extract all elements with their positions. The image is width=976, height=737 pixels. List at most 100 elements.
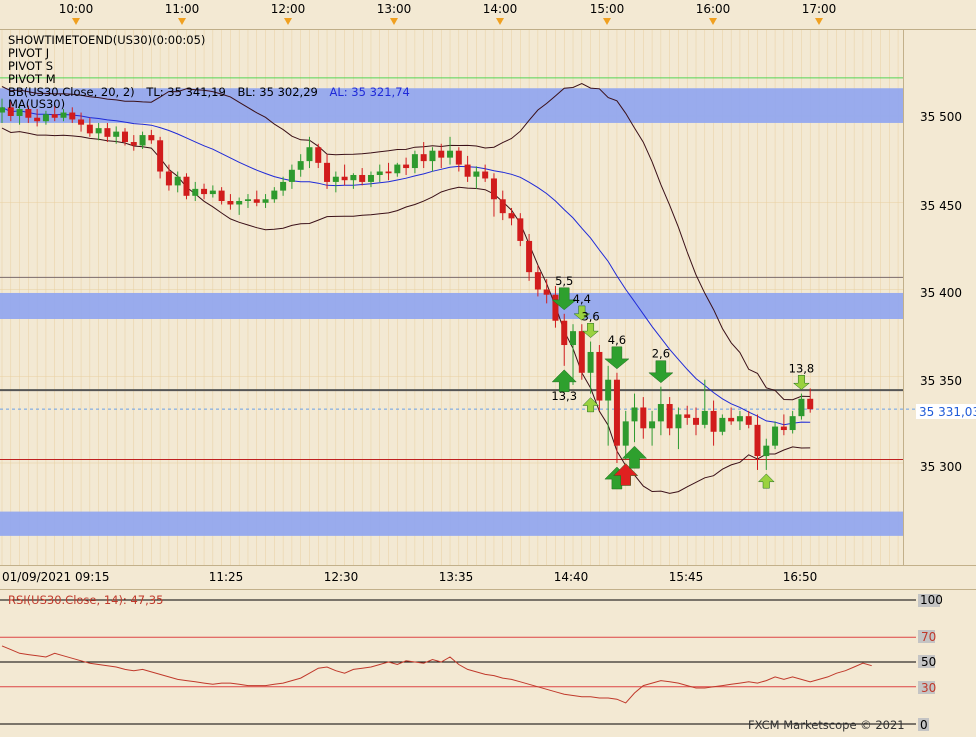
candle-body (693, 417, 700, 425)
candle-body (78, 119, 85, 125)
candle-body (288, 169, 295, 182)
candle-body (104, 128, 111, 137)
candle-body (236, 201, 243, 205)
top-time-label: 17:00 (802, 2, 837, 16)
indicator-line-4: PIVOT M (8, 72, 56, 86)
price-tick-label: 35 400 (920, 286, 962, 300)
candle-body (157, 140, 164, 172)
indicator-line-1: SHOWTIMETOEND(US30)(0:00:05) (8, 33, 205, 47)
top-time-label: 13:00 (377, 2, 412, 16)
candle-body (174, 176, 181, 186)
sma-legend: MA(US30) (8, 97, 65, 111)
rsi-tick-label: 30 (921, 681, 936, 695)
indicator-line-3: PIVOT S (8, 59, 53, 73)
candle-body (359, 174, 366, 182)
candle-body (464, 164, 471, 177)
candle-body (201, 188, 208, 195)
candle-body (447, 150, 454, 158)
bb-tl: TL: 35 341,19 (145, 85, 226, 99)
candle-body (798, 398, 805, 417)
candle-body (570, 331, 577, 346)
candle-body (578, 331, 585, 373)
price-tick-label: 35 350 (920, 374, 962, 388)
top-time-label: 15:00 (590, 2, 625, 16)
candle-body (69, 112, 76, 120)
candle-body (367, 174, 374, 182)
rsi-label: RSI(US30.Close, 14): 47,35 (8, 593, 163, 607)
candle-body (315, 147, 322, 163)
candle-body (192, 188, 199, 196)
candle-body (0, 107, 5, 113)
bb-legend: BB(US30.Close, 20, 2) TL: 35 341,19 BL: … (8, 85, 410, 99)
chart-root: 5,5 4,4 3,6 4,6 2,6 13,8 13,3 10:00 11:00 12:0… (0, 0, 976, 733)
candle-body (499, 199, 506, 214)
candle-body (728, 417, 735, 422)
candle-body (640, 407, 647, 429)
support-resistance-zone (0, 511, 903, 536)
candle-body (534, 272, 541, 290)
signal-label: 2,6 (652, 347, 670, 361)
candle-body (455, 150, 462, 165)
candle-body (780, 426, 787, 431)
signal-label: 4,4 (573, 292, 591, 306)
bottom-time-label: 11:25 (209, 570, 244, 584)
candle-body (622, 421, 629, 446)
rsi-tick-label: 100 (920, 593, 943, 607)
candle-body (649, 421, 656, 429)
bb-bl: BL: 35 302,29 (237, 85, 317, 99)
candle-body (420, 154, 427, 162)
candle-body (772, 426, 779, 446)
top-time-label: 11:00 (165, 2, 200, 16)
candle-body (262, 199, 269, 203)
candle-body (253, 199, 260, 203)
signal-label: 13,3 (551, 389, 577, 403)
candle-body (429, 150, 436, 162)
candle-body (51, 114, 58, 118)
candle-body (710, 410, 717, 432)
rsi-tick-label: 50 (921, 655, 936, 669)
candle-body (631, 407, 638, 422)
candle-body (227, 201, 234, 205)
bottom-time-label: 16:50 (783, 570, 818, 584)
candle-body (394, 164, 401, 174)
bb-al: AL: 35 321,74 (330, 85, 410, 99)
candle-body (324, 162, 331, 182)
candle-body (675, 414, 682, 429)
signal-label: 4,6 (608, 333, 626, 347)
support-resistance-zone (0, 292, 903, 319)
candle-body (34, 117, 41, 122)
candle-body (271, 190, 278, 200)
candle-body (789, 416, 796, 431)
bottom-time-label: 01/09/2021 09:15 (2, 570, 110, 584)
price-tick-label: 35 500 (920, 110, 962, 124)
candle-body (95, 128, 102, 134)
top-time-label: 16:00 (696, 2, 731, 16)
signal-label: 3,6 (581, 309, 599, 323)
candle-body (719, 417, 726, 432)
top-time-label: 10:00 (59, 2, 94, 16)
candle-body (244, 199, 251, 202)
candle-body (473, 171, 480, 177)
candle-body (684, 414, 691, 418)
candle-body (613, 379, 620, 446)
bottom-time-label: 12:30 (324, 570, 359, 584)
candle-body (526, 240, 533, 273)
candle-body (148, 135, 155, 141)
current-price-label: 35 331,03 (919, 405, 976, 419)
candle-body (517, 218, 524, 241)
candle-body (60, 112, 67, 118)
candle-body (42, 114, 49, 122)
candle-body (218, 190, 225, 202)
top-time-label: 14:00 (483, 2, 518, 16)
candle-body (745, 416, 752, 425)
bottom-time-label: 14:40 (554, 570, 589, 584)
candle-body (587, 351, 594, 373)
candle-body (754, 424, 761, 457)
rsi-tick-label: 0 (920, 718, 928, 732)
candle-body (561, 320, 568, 346)
candle-body (297, 161, 304, 170)
top-time-label: 12:00 (271, 2, 306, 16)
candle-body (306, 147, 313, 162)
bottom-time-label: 13:35 (439, 570, 474, 584)
candle-body (605, 379, 612, 401)
